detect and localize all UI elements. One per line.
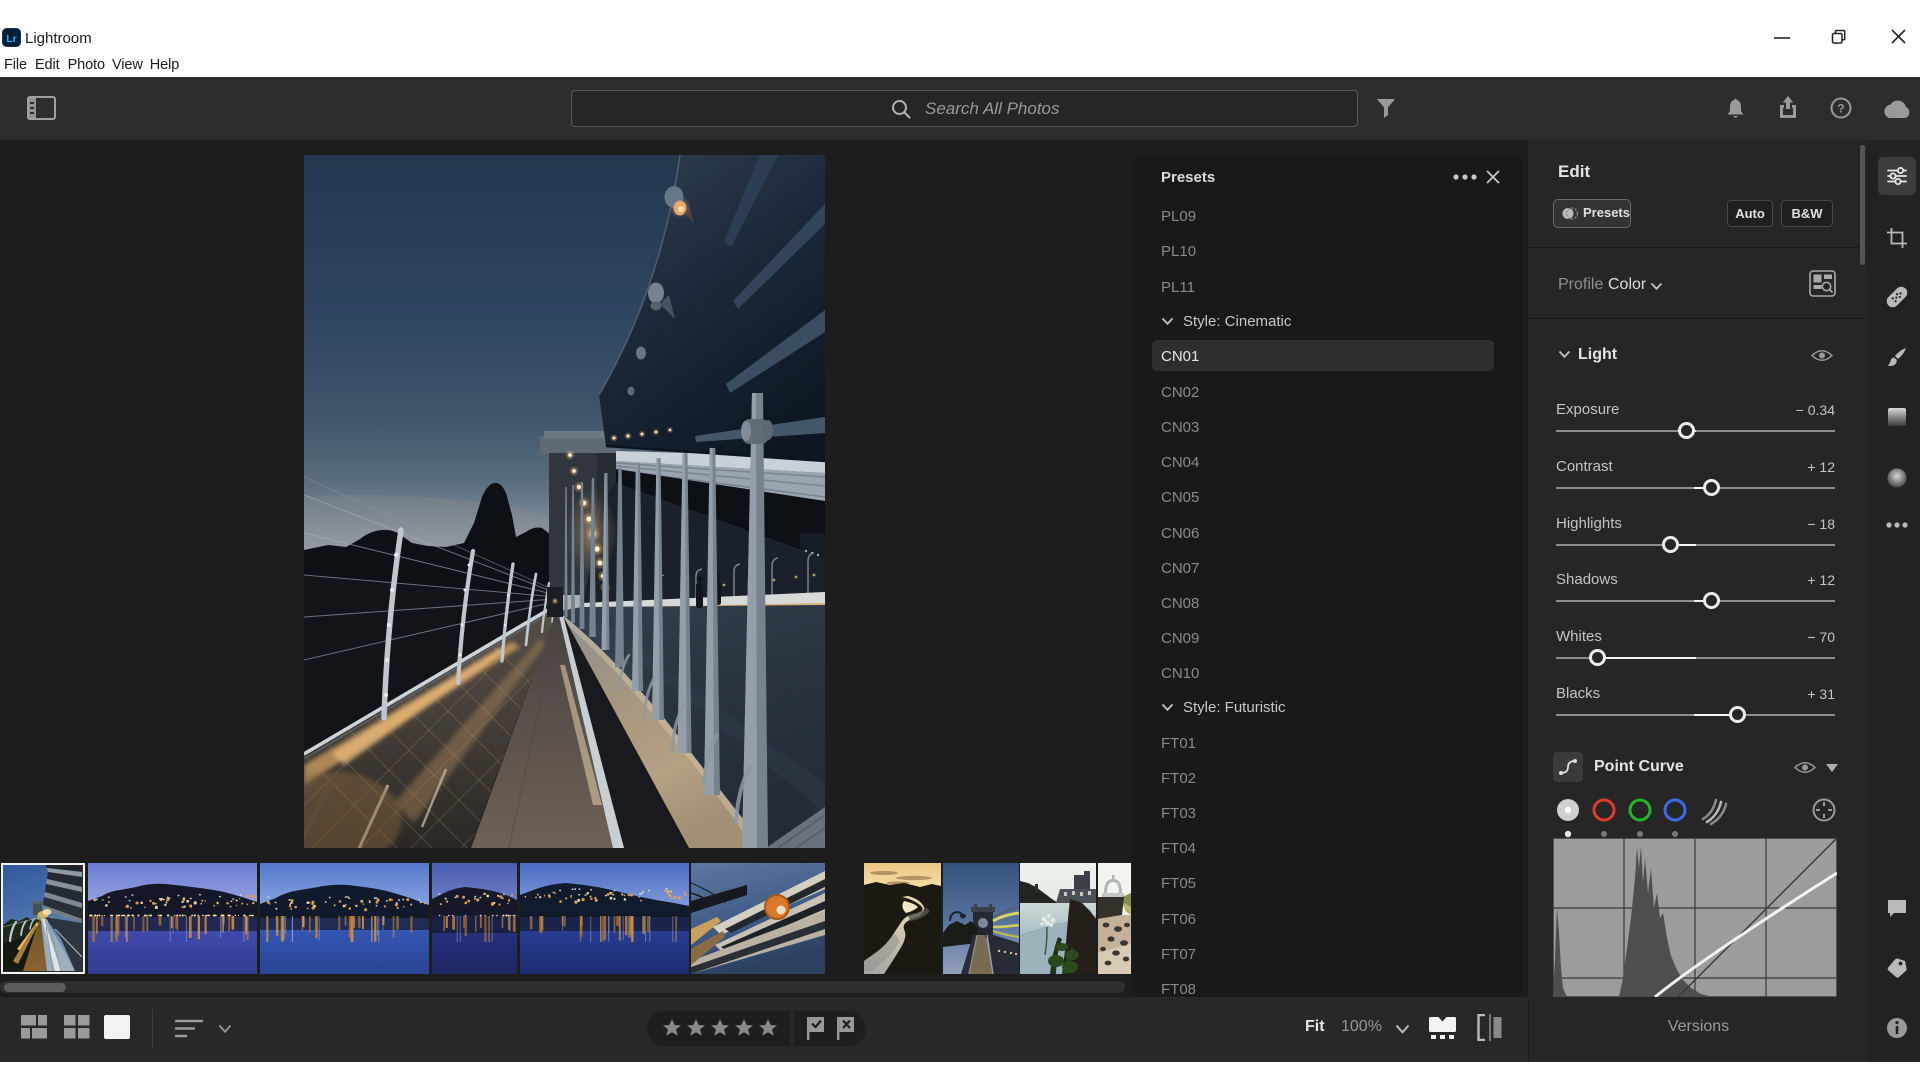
svg-text:Lr: Lr <box>6 33 17 45</box>
svg-text:?: ? <box>1837 102 1844 116</box>
